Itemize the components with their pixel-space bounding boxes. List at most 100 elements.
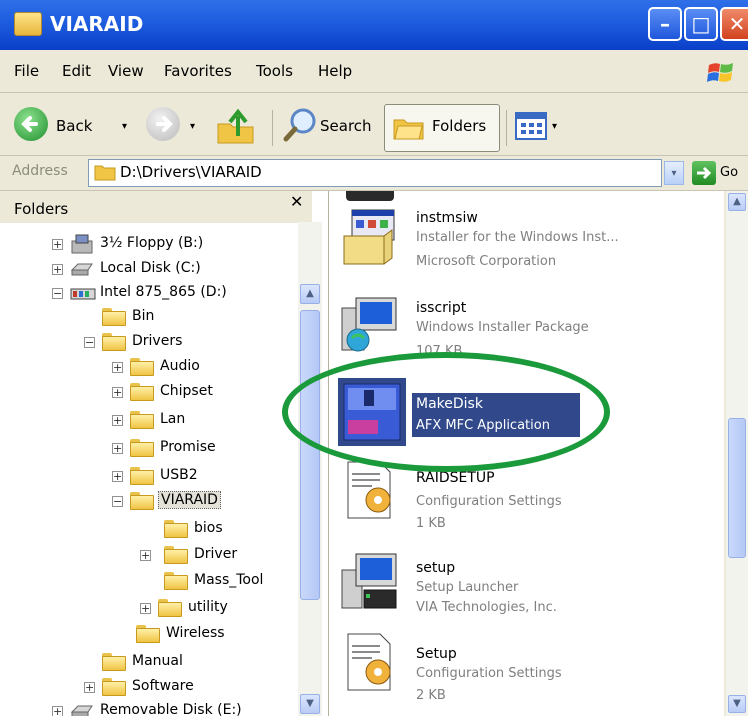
tree-item-label: Promise [160,439,216,455]
tree-item-label: VIARAID [158,491,221,509]
tree-item-label: USB2 [160,467,198,483]
explorer-window: VIARAID – □ ✕ File Edit View Favorites T… [0,0,748,716]
folder-icon [130,358,154,376]
folder-open-icon [130,492,154,510]
maximize-button[interactable]: □ [684,7,718,41]
menu-favorites[interactable]: Favorites [164,62,232,80]
go-button[interactable]: Go [720,165,738,180]
file-name[interactable]: Setup [416,646,457,662]
tree-item-label: Intel 875_865 (D:) [100,284,227,300]
folders-pane-title: Folders [14,200,69,218]
folders-label[interactable]: Folders [432,117,486,135]
scroll-down-arrow-icon[interactable]: ▼ [300,694,320,714]
expand-icon[interactable]: + [140,550,151,561]
menu-tools[interactable]: Tools [256,62,293,80]
local-disk-icon [70,263,93,276]
intel-drive-icon [70,288,96,300]
menu-view[interactable]: View [108,62,144,80]
folder-icon [130,439,154,457]
scroll-down-arrow-icon[interactable]: ▼ [728,695,746,713]
address-value[interactable]: D:\Drivers\VIARAID [120,163,262,181]
expand-icon[interactable]: + [52,264,63,275]
minimize-button[interactable]: – [648,7,682,41]
installer-package-icon[interactable] [338,292,402,356]
views-dropdown-icon[interactable]: ▾ [552,121,557,132]
collapse-icon[interactable]: − [112,496,123,507]
scroll-up-arrow-icon[interactable]: ▲ [728,193,746,211]
installer-icon[interactable] [340,206,404,270]
folder-icon [130,411,154,429]
file-name[interactable]: isscript [416,300,466,316]
menu-help[interactable]: Help [318,62,352,80]
expand-icon[interactable]: + [52,239,63,250]
back-button[interactable] [14,107,48,141]
search-icon[interactable] [282,106,318,144]
collapse-icon[interactable]: − [52,288,63,299]
forward-button[interactable] [146,107,180,141]
toolbar-separator [506,110,507,146]
expand-icon[interactable]: + [140,603,151,614]
maximize-icon: □ [691,12,711,36]
file-name[interactable]: setup [416,560,455,576]
folder-icon [102,678,126,696]
file-company: Microsoft Corporation [416,254,557,269]
back-label[interactable]: Back [56,117,92,135]
expand-icon[interactable]: + [84,682,95,693]
minimize-icon: – [660,12,670,36]
expand-icon[interactable]: + [112,415,123,426]
expand-icon[interactable]: + [112,443,123,454]
toolbar-separator [272,110,273,146]
folders-scrollbar-thumb[interactable] [300,310,320,600]
close-button[interactable]: ✕ [720,7,748,41]
expand-icon[interactable]: + [112,471,123,482]
highlight-annotation-ellipse [282,352,610,472]
folder-icon [130,383,154,401]
tree-item-label: Removable Disk (E:) [100,702,242,716]
expand-icon[interactable]: + [52,706,63,716]
menu-edit[interactable]: Edit [62,62,91,80]
tree-item-label: Driver [194,546,238,562]
tree-item-label: Wireless [166,625,225,641]
folders-pane-close-icon[interactable]: ✕ [290,192,303,211]
folder-icon [102,333,126,351]
tree-item-label: bios [194,520,223,536]
file-description: Installer for the Windows Inst... [416,230,619,245]
file-name[interactable]: RAIDSETUP [416,470,495,486]
tree-item-label: utility [188,599,228,615]
folder-icon [102,653,126,671]
floppy-drive-icon [71,234,93,254]
forward-dropdown-icon[interactable]: ▾ [190,121,195,132]
file-type: Configuration Settings [416,666,562,681]
expand-icon[interactable]: + [112,362,123,373]
config-settings-icon[interactable] [338,630,402,694]
scroll-up-arrow-icon[interactable]: ▲ [300,284,320,304]
partial-file-icon [346,191,394,201]
folder-icon [94,165,116,181]
forward-arrow-icon [156,116,173,132]
folder-icon [164,520,188,538]
file-name[interactable]: instmsiw [416,210,478,226]
address-label: Address [12,163,68,179]
file-type: Setup Launcher [416,580,519,595]
back-dropdown-icon[interactable]: ▾ [122,121,127,132]
up-folder-icon[interactable] [214,106,258,146]
toolbar [0,93,748,156]
address-dropdown-button[interactable]: ▾ [664,161,684,185]
window-title: VIARAID [50,12,144,36]
menu-file[interactable]: File [14,62,39,80]
expand-icon[interactable]: + [112,387,123,398]
file-list-scrollbar-thumb[interactable] [728,418,746,558]
folder-icon [136,625,160,643]
collapse-icon[interactable]: − [84,337,95,348]
search-label[interactable]: Search [320,117,372,135]
go-arrow-icon[interactable] [692,161,716,185]
setup-launcher-icon[interactable] [338,550,402,614]
file-type: Configuration Settings [416,494,562,509]
tree-item-label: 3½ Floppy (B:) [100,235,204,251]
file-size: 2 KB [416,688,446,703]
views-icon[interactable] [514,110,548,142]
windows-flag-icon [707,63,733,82]
folder-icon [164,546,188,564]
file-company: VIA Technologies, Inc. [416,600,557,615]
folders-icon [393,119,424,140]
